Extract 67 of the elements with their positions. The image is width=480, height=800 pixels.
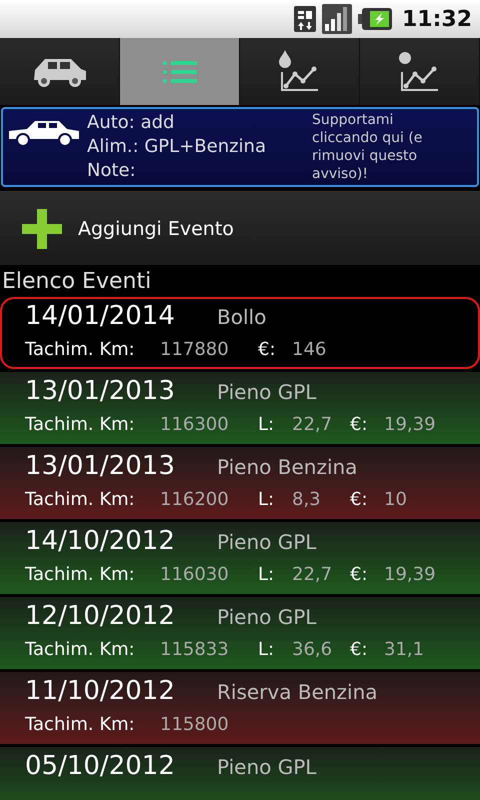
detail-value: 116030 <box>160 564 230 585</box>
event-row[interactable]: 13/01/2013 Pieno Benzina Tachim. Km: 116200 L: 8,3 €: 10 <box>0 447 480 519</box>
battery-icon <box>358 8 392 30</box>
detail-label: Tachim. Km: <box>25 714 136 735</box>
event-row[interactable]: 12/10/2012 Pieno GPL Tachim. Km: 115833 L: 36,6 €: 31,1 <box>0 597 480 669</box>
detail-label: €: <box>350 489 369 510</box>
event-date: 11/10/2012 <box>25 676 176 706</box>
event-type: Bollo <box>217 305 266 329</box>
detail-label: L: <box>258 639 276 660</box>
event-type: Pieno Benzina <box>217 455 358 479</box>
clock: 11:32 <box>402 6 472 32</box>
detail-label: L: <box>258 414 276 435</box>
3g-data-icon <box>294 6 316 32</box>
detail-label: L: <box>258 564 276 585</box>
event-type: Riserva Benzina <box>217 680 378 704</box>
detail-label: Tachim. Km: <box>25 414 136 435</box>
detail-label: €: <box>350 414 369 435</box>
detail-value: 22,7 <box>292 414 334 435</box>
event-date: 14/10/2012 <box>25 526 176 556</box>
detail-value: 19,39 <box>384 414 436 435</box>
signal-icon <box>322 4 352 34</box>
event-date: 13/01/2013 <box>25 376 176 406</box>
event-row[interactable]: 11/10/2012 Riserva Benzina Tachim. Km: 115800 <box>0 672 480 744</box>
detail-value: 116300 <box>160 414 230 435</box>
event-type: Pieno GPL <box>217 380 316 404</box>
event-type: Pieno GPL <box>217 605 316 629</box>
car-info-text: Alim.: GPL+Benzina <box>87 135 267 159</box>
detail-value: 8,3 <box>292 489 322 510</box>
event-row[interactable]: 13/01/2013 Pieno GPL Tachim. Km: 116300 L: 22,7 €: 19,39 <box>0 372 480 444</box>
event-row[interactable]: 14/10/2012 Pieno GPL Tachim. Km: 116030 L: 22,7 €: 19,39 <box>0 522 480 594</box>
detail-value: 31,1 <box>384 639 424 660</box>
list-icon <box>162 60 196 82</box>
car-info-text: Note: <box>87 159 137 183</box>
detail-value: 115800 <box>160 714 230 735</box>
detail-value: 22,7 <box>292 564 334 585</box>
car-info-panel[interactable]: Auto: add Alim.: GPL+Benzina Note: Supportami cliccando qui (e rimuovi questo avviso)! <box>1 107 479 187</box>
detail-label: Tachim. Km: <box>25 489 136 510</box>
cost-tab[interactable] <box>360 38 480 105</box>
detail-label: Tachim. Km: <box>25 639 136 660</box>
event-type: Pieno GPL <box>217 530 316 554</box>
support-link[interactable]: Supportami cliccando qui (e rimuovi questo avviso)! <box>312 111 462 183</box>
detail-value: 19,39 <box>384 564 436 585</box>
detail-value: 146 <box>292 339 328 360</box>
detail-label: €: <box>350 639 369 660</box>
event-date: 05/10/2012 <box>25 751 176 781</box>
detail-label: Tachim. Km: <box>25 564 136 585</box>
detail-value: 10 <box>384 489 407 510</box>
add-event-button[interactable]: Aggiungi Evento <box>0 191 480 265</box>
detail-value: 36,6 <box>292 639 334 660</box>
detail-label: L: <box>258 489 276 510</box>
detail-label: €: <box>258 339 277 360</box>
car-info-text: Auto: add <box>87 111 176 135</box>
event-date: 14/01/2014 <box>25 301 176 331</box>
event-row[interactable]: 14/01/2014 Bollo Tachim. Km: 117880 €: 146 <box>0 297 480 369</box>
detail-label: Tachim. Km: <box>25 339 136 360</box>
detail-value: 117880 <box>160 339 230 360</box>
fuel-tab[interactable] <box>240 38 360 105</box>
detail-value: 115833 <box>160 639 230 660</box>
car-tab[interactable] <box>0 38 120 105</box>
section-title: Elenco Eventi <box>1 268 152 296</box>
plus-icon <box>22 208 62 248</box>
event-type: Pieno GPL <box>217 755 316 779</box>
event-date: 13/01/2013 <box>25 451 176 481</box>
event-date: 12/10/2012 <box>25 601 176 631</box>
event-row[interactable]: 05/10/2012 Pieno GPL <box>0 747 480 800</box>
detail-label: €: <box>350 564 369 585</box>
detail-value: 116200 <box>160 489 230 510</box>
